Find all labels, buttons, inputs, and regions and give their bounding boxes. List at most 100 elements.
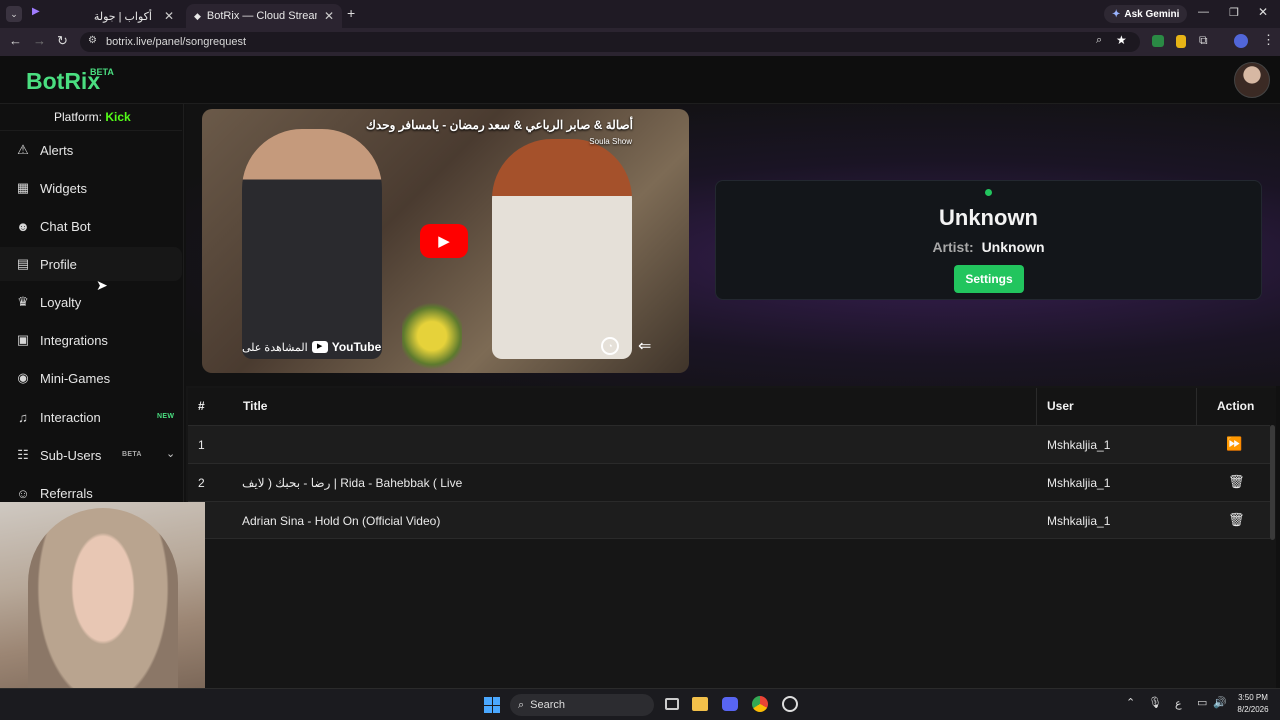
trophy-icon: ♛	[17, 294, 29, 309]
watch-on-youtube-link[interactable]: المشاهدة على ▶ YouTube	[242, 338, 381, 356]
clock[interactable]: 3:50 PM 8/2/2026	[1232, 692, 1274, 716]
profile-avatar-icon[interactable]	[1234, 34, 1248, 48]
column-header-num: #	[198, 399, 205, 413]
youtube-player[interactable]: أصالة & صابر الرباعي & سعد رمضان - يامسا…	[202, 109, 689, 373]
extension-icon[interactable]: ▶	[32, 7, 42, 17]
file-explorer-icon[interactable]	[692, 697, 708, 711]
microphone-icon[interactable]: 🎙	[1148, 696, 1162, 709]
sidebar-item-integrations[interactable]: ▣ Integrations	[0, 323, 182, 357]
artist-value: Unknown	[981, 239, 1045, 255]
zoom-icon[interactable]: ⌕	[1096, 34, 1102, 47]
browser-tab-1[interactable]: أكواب | جولة ✕	[60, 4, 182, 28]
table-row: 2 رضا - بحبك ( لايف | Rida - Bahebbak ( …	[188, 463, 1270, 501]
taskbar-search[interactable]: ⌕ Search	[510, 694, 654, 716]
platform-label: Platform:	[54, 110, 103, 124]
volume-icon[interactable]: 🔊	[1213, 696, 1227, 709]
sidebar-divider	[0, 130, 182, 131]
row-user: Mshkaljia_1	[1047, 476, 1111, 490]
table-header	[188, 388, 1276, 425]
sidebar-item-label: Widgets	[40, 180, 87, 196]
youtube-wordmark: YouTube	[331, 340, 382, 354]
chrome-icon[interactable]	[752, 696, 768, 712]
video-person-left	[242, 129, 382, 359]
windows-taskbar: ⌕ Search ⌃ 🎙 ع ▭ 🔊 3:50 PM 8/2/2026	[0, 688, 1280, 720]
plug-icon: ▣	[16, 332, 30, 347]
sidebar-item-chat-bot[interactable]: ☻ Chat Bot	[0, 209, 182, 243]
input-language[interactable]: ع	[1175, 697, 1182, 710]
user-avatar[interactable]	[1234, 62, 1270, 98]
sidebar-item-sub-users[interactable]: ☷ Sub-Users BETA ⌄	[0, 438, 182, 472]
tab-close-icon[interactable]: ✕	[164, 9, 174, 23]
app-icon[interactable]	[782, 696, 798, 712]
skip-forward-icon[interactable]: ⏩	[1226, 436, 1242, 452]
network-icon[interactable]: ▭	[1197, 696, 1207, 709]
video-person-right	[492, 139, 632, 359]
tab-close-icon[interactable]: ✕	[324, 9, 334, 23]
row-user: Mshkaljia_1	[1047, 438, 1111, 452]
extensions-puzzle-icon[interactable]: ⧉	[1199, 33, 1208, 48]
beta-badge: BETA	[122, 451, 142, 458]
settings-button[interactable]: Settings	[954, 265, 1024, 293]
video-title: أصالة & صابر الرباعي & سعد رمضان - يامسا…	[366, 118, 633, 132]
sidebar-item-profile[interactable]: ▤ Profile	[0, 247, 182, 281]
scrollbar[interactable]	[1270, 425, 1275, 540]
users-icon: ☷	[17, 447, 29, 462]
address-bar[interactable]: ⚙ botrix.live/panel/songrequest ⌕ ★	[80, 32, 1140, 52]
sidebar-item-interaction[interactable]: ♫ Interaction NEW	[0, 400, 182, 434]
browser-tab-2[interactable]: ◆ BotRix — Cloud Streaming Bot ✕	[186, 4, 342, 28]
forward-arrow-icon[interactable]: →	[33, 33, 46, 48]
trash-icon[interactable]: 🗑	[1228, 512, 1245, 528]
sidebar-item-mini-games[interactable]: ◉ Mini-Games	[0, 361, 182, 395]
watch-later-clock-icon[interactable]: ◔	[601, 337, 619, 355]
row-number: 2	[198, 476, 205, 490]
close-window-button[interactable]: ✕	[1258, 5, 1268, 19]
share-arrow-icon[interactable]: ⇐	[638, 336, 651, 356]
grid-icon: ▦	[16, 180, 30, 195]
minimize-button[interactable]: —	[1198, 6, 1209, 18]
site-info-icon[interactable]: ⚙	[88, 35, 97, 46]
extension-shield-icon[interactable]	[1152, 35, 1164, 47]
chevron-up-icon[interactable]: ⌃	[1126, 696, 1135, 709]
trash-icon[interactable]: 🗑	[1228, 474, 1245, 490]
chevron-down-icon[interactable]: ⌄	[166, 447, 175, 460]
clock-date: 8/2/2026	[1237, 705, 1269, 714]
column-header-action: Action	[1217, 399, 1255, 413]
row-title: رضا - بحبك ( لايف | Rida - Bahebbak ( Li…	[242, 476, 463, 490]
botrix-favicon-icon: ◆	[194, 10, 201, 21]
sidebar-item-widgets[interactable]: ▦ Widgets	[0, 171, 182, 205]
gemini-icon: ✦	[1112, 8, 1121, 20]
task-view-icon[interactable]	[665, 698, 679, 710]
robot-icon: ☻	[16, 218, 30, 234]
botrix-logo[interactable]: BotRix	[26, 68, 100, 95]
platform-value: Kick	[105, 110, 131, 124]
column-header-title: Title	[243, 399, 268, 413]
platform-indicator: Platform: Kick	[54, 110, 131, 124]
row-user: Mshkaljia_1	[1047, 514, 1111, 528]
discord-icon[interactable]	[722, 697, 738, 711]
extension-badge-icon[interactable]	[1176, 35, 1186, 48]
sidebar-item-alerts[interactable]: ⚠ Alerts	[0, 133, 182, 167]
back-arrow-icon[interactable]: ←	[9, 33, 22, 48]
youtube-play-button[interactable]: ▶	[420, 224, 468, 258]
new-tab-button[interactable]: +	[347, 5, 355, 21]
maximize-button[interactable]: ❐	[1229, 6, 1239, 19]
column-header-user: User	[1047, 399, 1074, 413]
sidebar-item-label: Referrals	[40, 485, 93, 501]
music-note-icon: ♫	[18, 409, 28, 425]
windows-start-icon[interactable]	[484, 697, 500, 713]
browser-menu-icon[interactable]: ⋮	[1262, 32, 1275, 48]
sidebar-item-label: Loyalty	[40, 294, 82, 310]
reload-icon[interactable]: ↻	[57, 33, 68, 49]
play-icon: ▶	[438, 233, 450, 250]
row-number: 1	[198, 438, 205, 452]
bookmark-star-icon[interactable]: ★	[1116, 33, 1127, 47]
tab-search-button[interactable]: ⌄	[6, 6, 22, 22]
sidebar-item-label: Chat Bot	[40, 218, 91, 234]
user-plus-icon: ☺	[16, 485, 30, 501]
taskbar-search-label: Search	[530, 699, 566, 711]
table-row: 1 Mshkaljia_1 ⏩	[188, 425, 1270, 463]
tab-title: BotRix — Cloud Streaming Bot	[206, 10, 317, 22]
ask-gemini-button[interactable]: ✦ Ask Gemini	[1104, 5, 1188, 23]
status-dot	[985, 189, 992, 196]
sidebar-item-loyalty[interactable]: ♛ Loyalty	[0, 285, 182, 319]
